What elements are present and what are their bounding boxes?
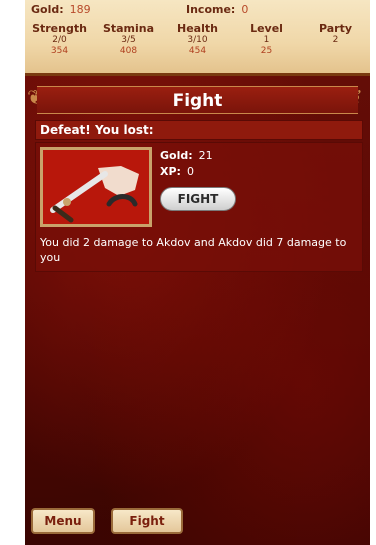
stat-value: 1 — [263, 35, 270, 45]
stat-subvalue: 454 — [188, 46, 207, 56]
title-band: Fight — [37, 86, 358, 114]
income-value: 0 — [241, 3, 249, 16]
status-header: Gold: 189 Income: 0 Strength 2/0 354 Stami… — [25, 0, 370, 76]
stat-value: 2 — [332, 35, 339, 45]
stat-value: 3/10 — [187, 35, 208, 45]
stat-label: Level — [250, 22, 283, 35]
fight-result-panel: Gold: 21 XP: 0 FIGHT You did 2 damage to A… — [35, 142, 363, 272]
reward-xp: XP: 0 — [160, 165, 194, 178]
stat-label: Party — [318, 22, 353, 35]
top-stats-line: Gold: 189 Income: 0 — [31, 3, 364, 17]
stat-strength: Strength 2/0 354 — [25, 22, 94, 70]
stat-party: Party 2 — [301, 22, 370, 70]
result-banner: Defeat! You lost: — [35, 120, 363, 140]
income-summary: Income: 0 — [186, 3, 248, 16]
stats-row: Strength 2/0 354 Stamina 3/5 408 Health … — [25, 22, 370, 70]
stat-level: Level 1 25 — [232, 22, 301, 70]
stat-subvalue: 408 — [119, 46, 138, 56]
gold-label: Gold: — [31, 3, 64, 16]
fight-again-button[interactable]: FIGHT — [160, 187, 236, 211]
stat-subvalue: 354 — [50, 46, 69, 56]
stat-label: Health — [177, 22, 218, 35]
combat-message: You did 2 damage to Akdov and Akdov did … — [40, 236, 347, 264]
stat-stamina: Stamina 3/5 408 — [94, 22, 163, 70]
stat-value: 3/5 — [121, 35, 136, 45]
menu-button[interactable]: Menu — [31, 508, 95, 534]
gold-value: 189 — [69, 3, 91, 16]
reward-gold: Gold: 21 — [160, 149, 213, 162]
stat-subvalue: 25 — [260, 46, 273, 56]
fight-tab-button[interactable]: Fight — [111, 508, 183, 534]
income-label: Income: — [186, 3, 236, 16]
game-screen: Gold: 189 Income: 0 Strength 2/0 354 Stami… — [25, 0, 370, 545]
reward-xp-value: 0 — [186, 165, 194, 178]
bottom-bar: Menu Fight — [25, 508, 370, 538]
page-title: Fight — [172, 91, 223, 111]
reward-xp-label: XP: — [160, 165, 181, 178]
stat-health: Health 3/10 454 — [163, 22, 232, 70]
stat-label: Strength — [32, 22, 87, 35]
reward-gold-label: Gold: — [160, 149, 193, 162]
gold-summary: Gold: 189 — [31, 3, 91, 16]
reward-gold-value: 21 — [198, 149, 213, 162]
stat-label: Stamina — [102, 22, 155, 35]
stat-value: 2/0 — [52, 35, 67, 45]
sword-and-hand-icon — [40, 147, 152, 227]
